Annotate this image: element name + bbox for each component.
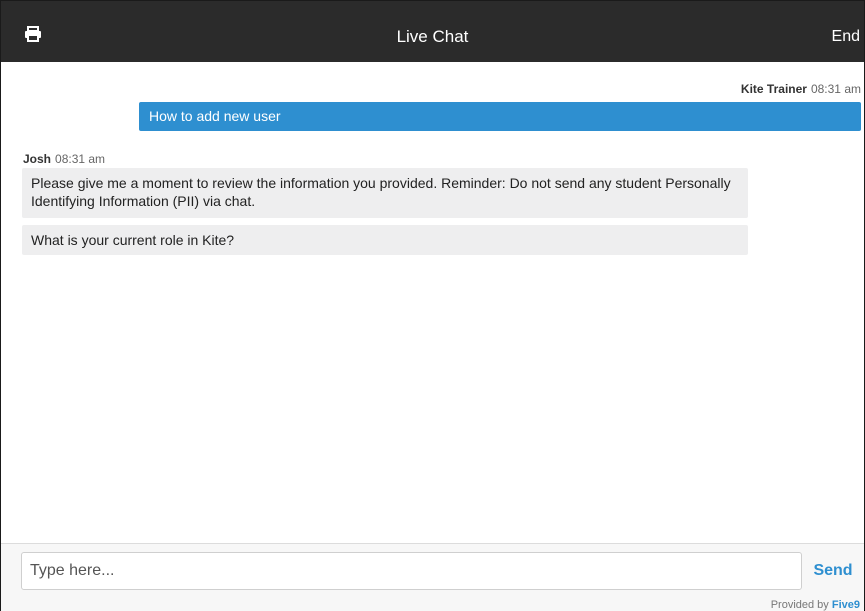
end-chat-button[interactable]: End <box>832 1 860 62</box>
provided-by-label: Provided by <box>770 599 829 611</box>
sender-name: Josh <box>23 152 52 166</box>
chat-window: Live Chat End Kite Trainer 08:31 am How t… <box>0 0 865 611</box>
chat-title: Live Chat <box>396 27 469 46</box>
outgoing-message: How to add new user <box>139 102 861 131</box>
send-button[interactable]: Send <box>807 552 859 590</box>
incoming-message: What is your current role in Kite? <box>22 225 748 255</box>
message-list: Kite Trainer 08:31 am How to add new user… <box>1 62 864 543</box>
provided-by: Provided by Five9 <box>771 599 860 611</box>
message-time: 08:31 am <box>55 152 106 166</box>
incoming-message: Please give me a moment to review the in… <box>22 168 748 218</box>
chat-header: Live Chat End <box>1 1 864 62</box>
composer-area: Send Provided by Five9 <box>1 543 864 611</box>
five9-link[interactable]: Five9 <box>832 599 860 611</box>
message-meta: Kite Trainer 08:31 am <box>741 82 861 96</box>
message-time: 08:31 am <box>810 82 861 96</box>
message-meta: Josh 08:31 am <box>23 152 105 166</box>
sender-name: Kite Trainer <box>740 82 807 96</box>
message-input[interactable] <box>21 552 802 590</box>
